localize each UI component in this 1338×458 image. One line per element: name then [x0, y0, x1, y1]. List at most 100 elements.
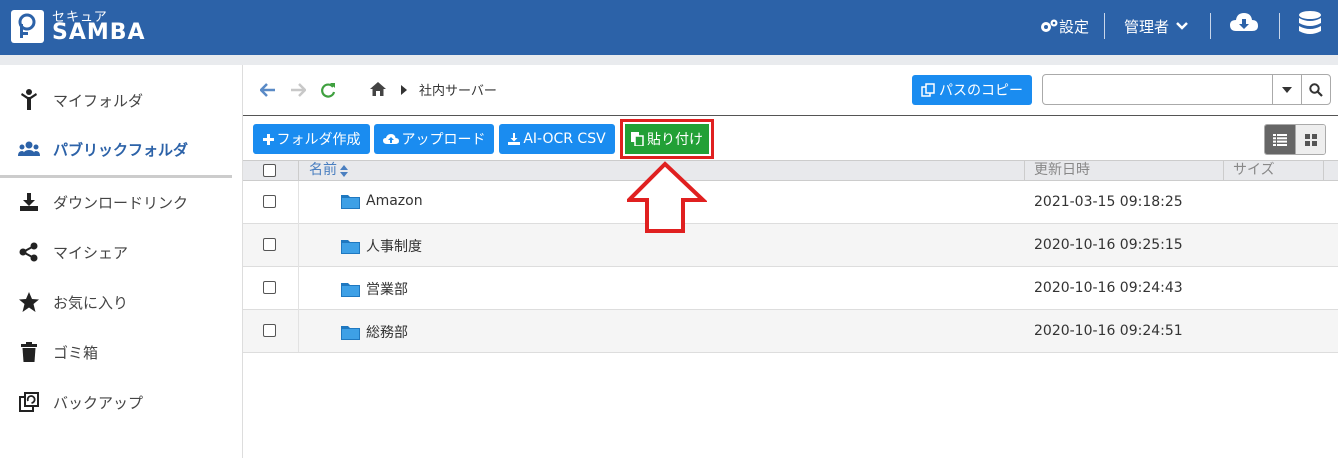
file-name-cell[interactable]: Amazon [341, 193, 423, 209]
column-divider [298, 161, 299, 180]
file-name: 総務部 [366, 325, 408, 341]
column-divider [1323, 161, 1324, 180]
sidebar-divider [0, 175, 232, 178]
copy-icon [921, 83, 935, 97]
sidebar-item-label: バックアップ [53, 393, 144, 412]
list-icon [1273, 133, 1287, 146]
row-checkbox[interactable] [263, 281, 276, 294]
search-icon [1309, 82, 1323, 97]
column-divider [298, 181, 299, 352]
settings-label: 設定 [1059, 17, 1090, 36]
sidebar-item-trash[interactable]: ゴミ箱 [18, 337, 98, 367]
table-row[interactable]: Amazon 2021-03-15 09:18:25 [243, 181, 1338, 224]
column-header-modified[interactable]: 更新日時 [1034, 161, 1090, 180]
list-view-button[interactable] [1265, 125, 1295, 154]
search-input[interactable] [1047, 78, 1257, 100]
column-divider [1223, 161, 1224, 180]
grid-icon [1304, 133, 1317, 146]
table-row[interactable]: 営業部 2020-10-16 09:24:43 [243, 267, 1338, 310]
logo-title: SAMBA [52, 20, 146, 45]
file-name-cell[interactable]: 営業部 [341, 279, 408, 299]
folder-icon [341, 283, 360, 297]
refresh-icon[interactable] [320, 82, 336, 102]
grid-view-button[interactable] [1295, 125, 1325, 154]
folder-icon [341, 195, 360, 209]
chevron-down-icon [1176, 22, 1188, 30]
column-name-label: 名前 [309, 162, 337, 178]
sidebar-item-label: マイフォルダ [53, 91, 144, 110]
settings-menu[interactable]: 設定 [1039, 13, 1089, 39]
trash-icon [18, 341, 40, 363]
sidebar-item-label: パブリックフォルダ [53, 140, 189, 159]
file-name: 人事制度 [366, 239, 422, 255]
home-icon[interactable] [369, 81, 387, 101]
app-header: セキュア SAMBA 設定 管理者 [0, 0, 1338, 55]
row-checkbox[interactable] [263, 324, 276, 337]
modified-date: 2020-10-16 09:25:15 [1034, 237, 1183, 253]
table-header: 名前 更新日時 サイズ [243, 160, 1338, 181]
search-box [1042, 74, 1331, 105]
folder-icon [341, 240, 360, 254]
sidebar-item-public-folder[interactable]: パブリックフォルダ [18, 134, 188, 164]
breadcrumb-caret-icon [400, 84, 408, 100]
sidebar-item-label: マイシェア [53, 243, 129, 262]
upload-button[interactable]: アップロード [374, 124, 494, 154]
header-divider [1210, 13, 1211, 39]
modified-date: 2020-10-16 09:24:51 [1034, 323, 1183, 339]
copy-path-label: パスのコピー [939, 83, 1023, 99]
toolbar-divider [243, 115, 1338, 116]
download-icon [508, 133, 521, 145]
plus-icon [262, 133, 274, 145]
database-icon[interactable] [1298, 10, 1322, 42]
sidebar-item-download-link[interactable]: ダウンロードリンク [18, 187, 188, 217]
column-header-name[interactable]: 名前 [309, 161, 348, 180]
person-icon [18, 89, 40, 111]
row-checkbox[interactable] [263, 195, 276, 208]
admin-label: 管理者 [1124, 17, 1170, 36]
folder-icon [341, 326, 360, 340]
create-folder-label: フォルダ作成 [276, 132, 361, 148]
table-row[interactable]: 人事制度 2020-10-16 09:25:15 [243, 224, 1338, 267]
ai-ocr-csv-button[interactable]: AI-OCR CSV [499, 124, 615, 154]
cloud-download-icon[interactable] [1229, 11, 1259, 39]
sidebar-item-backup[interactable]: バックアップ [18, 387, 143, 417]
paste-icon [631, 132, 644, 146]
download-icon [18, 191, 40, 213]
back-arrow-icon[interactable] [259, 82, 276, 102]
header-divider [1279, 13, 1280, 39]
search-button[interactable] [1301, 75, 1330, 104]
column-divider [1024, 161, 1025, 180]
users-icon [18, 138, 40, 160]
copy-path-button[interactable]: パスのコピー [912, 75, 1032, 105]
annotation-arrow-up-icon [624, 160, 709, 238]
modified-date: 2020-10-16 09:24:43 [1034, 280, 1183, 296]
share-icon [18, 241, 40, 263]
file-name-cell[interactable]: 人事制度 [341, 236, 422, 256]
row-checkbox[interactable] [263, 238, 276, 251]
column-header-size[interactable]: サイズ [1233, 161, 1275, 180]
sidebar-item-my-folder[interactable]: マイフォルダ [18, 85, 143, 115]
sidebar: マイフォルダ パブリックフォルダ ダウンロードリンク マイシェア お気に入り ゴ… [0, 65, 243, 458]
forward-arrow-icon[interactable] [290, 82, 307, 102]
header-divider [1104, 13, 1105, 39]
samba-logo-icon[interactable] [11, 10, 44, 43]
file-name-cell[interactable]: 総務部 [341, 322, 408, 342]
breadcrumb-current[interactable]: 社内サーバー [419, 80, 497, 99]
file-name: 営業部 [366, 282, 408, 298]
modified-date: 2021-03-15 09:18:25 [1034, 194, 1183, 210]
table-row[interactable]: 総務部 2020-10-16 09:24:51 [243, 310, 1338, 353]
gears-icon [1041, 19, 1058, 32]
cloud-upload-icon [382, 134, 399, 144]
search-dropdown-button[interactable] [1272, 75, 1301, 104]
select-all-checkbox[interactable] [263, 164, 276, 177]
paste-button[interactable]: 貼り付け [625, 124, 709, 154]
sidebar-item-my-share[interactable]: マイシェア [18, 237, 128, 267]
create-folder-button[interactable]: フォルダ作成 [253, 124, 370, 154]
admin-menu[interactable]: 管理者 [1124, 13, 1189, 39]
sidebar-item-label: ゴミ箱 [53, 343, 99, 362]
sidebar-item-label: お気に入り [53, 293, 129, 312]
sidebar-item-favorites[interactable]: お気に入り [18, 287, 128, 317]
upload-label: アップロード [401, 132, 486, 148]
star-icon [18, 291, 40, 313]
file-name: Amazon [366, 193, 423, 209]
